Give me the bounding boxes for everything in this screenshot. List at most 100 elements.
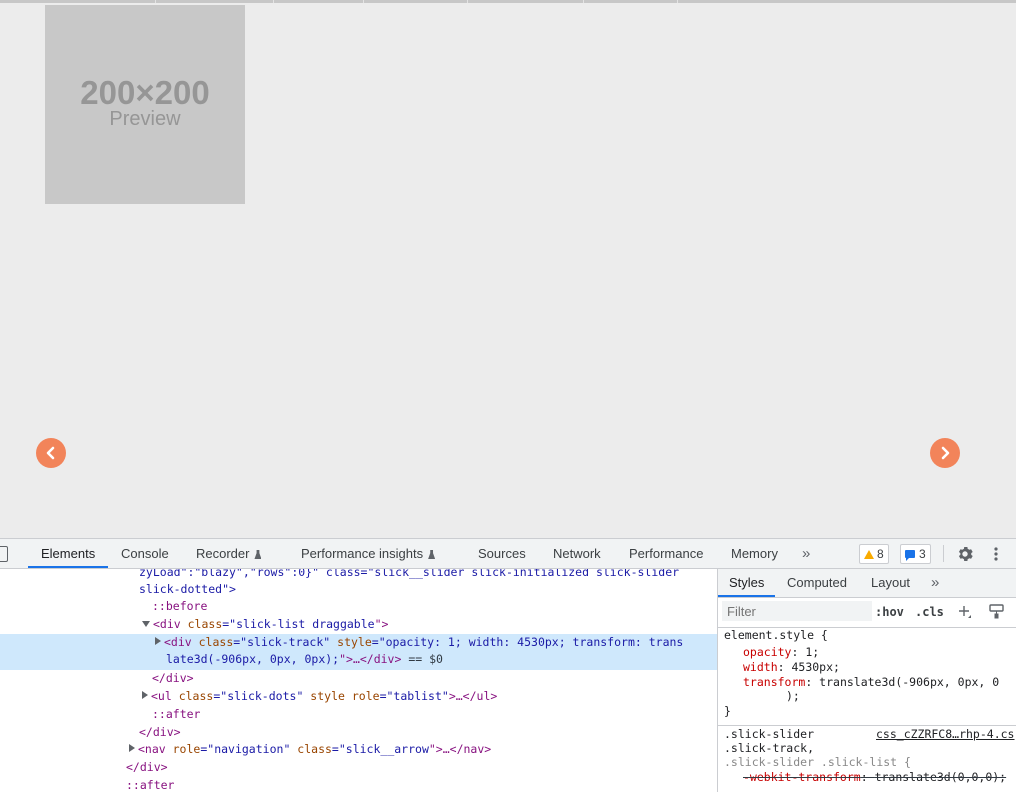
more-sidebar-tabs-button[interactable]: » xyxy=(931,569,939,597)
tab-styles[interactable]: Styles xyxy=(718,569,776,597)
style-declaration-width[interactable]: width: 4530px; xyxy=(743,660,840,675)
rule-selector: .slick-track, xyxy=(724,741,815,755)
more-tabs-button[interactable]: » xyxy=(802,539,810,568)
dom-line[interactable]: </div> xyxy=(126,759,717,776)
attr-value: slick__arrow xyxy=(345,742,429,756)
pseudo-text: ::after xyxy=(152,707,201,721)
tab-performance[interactable]: Performance xyxy=(629,539,703,568)
expand-triangle-icon[interactable] xyxy=(142,691,148,699)
styles-filter-input[interactable] xyxy=(722,601,872,621)
slider-next-button[interactable] xyxy=(930,438,960,468)
tab-console[interactable]: Console xyxy=(121,539,169,568)
tag-open: <ul xyxy=(151,689,179,703)
rule-selector: .slick-slider xyxy=(724,727,815,741)
stylesheet-source-link[interactable]: css_cZZRFC8…rhp-4.cs xyxy=(876,727,1014,742)
more-options-icon[interactable] xyxy=(990,546,1002,562)
dom-pseudo-before[interactable]: ::before xyxy=(152,598,717,615)
close-brace: } xyxy=(724,704,731,718)
chevron-right-icon xyxy=(941,446,950,460)
dom-line[interactable]: </div> xyxy=(152,670,717,687)
style-declaration-transform[interactable]: transform: translate3d(-906px, 0px, 0 xyxy=(743,675,999,690)
dom-node-nav[interactable]: <nav role="navigation" class="slick__arr… xyxy=(129,741,717,758)
prop-name: opacity xyxy=(743,645,792,659)
tab-recorder-label: Recorder xyxy=(196,546,250,561)
attr-name: class xyxy=(178,689,214,703)
messages-count: 3 xyxy=(919,547,926,561)
selected-marker: == $0 xyxy=(401,652,443,666)
dom-line[interactable]: zyLoad":"blazy","rows":0}" class="slick_… xyxy=(139,569,717,581)
devtools-panel: Elements Console Recorder Performance in… xyxy=(0,538,1016,792)
tag-close: </div> xyxy=(139,725,181,739)
messages-badge[interactable]: 3 xyxy=(900,544,931,564)
rule-divider xyxy=(718,725,1016,726)
tab-network[interactable]: Network xyxy=(553,539,601,568)
dom-node-slick-dots[interactable]: <ul class="slick-dots" style role="tabli… xyxy=(142,688,717,705)
tag-close: </div> xyxy=(152,671,194,685)
attr-name: style xyxy=(310,689,345,703)
tab-memory[interactable]: Memory xyxy=(731,539,778,568)
experiment-flask-icon xyxy=(254,550,262,559)
prop-name: width xyxy=(743,660,778,674)
attr-text: zyLoad":"blazy","rows":0}" class="slick_… xyxy=(139,569,680,579)
style-declaration-opacity[interactable]: opacity: 1; xyxy=(743,645,819,660)
preview-label: Preview xyxy=(109,107,181,130)
tab-performance-insights[interactable]: Performance insights xyxy=(301,539,436,568)
gear-icon[interactable] xyxy=(957,546,973,562)
chevron-left-icon xyxy=(46,446,55,460)
tab-sources[interactable]: Sources xyxy=(478,539,526,568)
attr-name: style xyxy=(337,635,372,649)
attr-value: slick-dots xyxy=(227,689,297,703)
prop-value: 1; xyxy=(805,645,820,659)
tag-close: >…</ul> xyxy=(448,689,498,703)
device-toggle-icon[interactable] xyxy=(0,546,8,562)
attr-name: class xyxy=(198,635,234,649)
class-toggle-button[interactable]: .cls xyxy=(915,602,944,622)
tab-elements[interactable]: Elements xyxy=(28,539,109,568)
new-style-rule-icon[interactable] xyxy=(958,605,972,619)
tag-open: <div xyxy=(153,617,188,631)
dom-pseudo-after[interactable]: ::after xyxy=(152,706,717,723)
paint-roller-icon[interactable] xyxy=(989,604,1004,619)
attr-eq: =" xyxy=(222,617,237,631)
rule-selector: .slick-slider .slick-list { xyxy=(724,755,911,769)
dom-node-slick-list[interactable]: <div class="slick-list draggable"> xyxy=(142,616,717,633)
expand-triangle-icon[interactable] xyxy=(129,744,135,752)
element-style-selector: element.style { xyxy=(724,628,828,642)
warnings-badge[interactable]: 8 xyxy=(859,544,889,564)
tag-close: </div> xyxy=(126,760,168,774)
attr-value: navigation xyxy=(214,742,284,756)
tab-performance-insights-label: Performance insights xyxy=(301,546,424,561)
prop-value: 4530px; xyxy=(791,660,840,674)
slider-prev-button[interactable] xyxy=(36,438,66,468)
style-rules-list: element.style { opacity: 1; width: 4530p… xyxy=(718,628,1016,792)
tab-layout[interactable]: Layout xyxy=(871,569,910,597)
tab-computed[interactable]: Computed xyxy=(787,569,847,597)
collapse-triangle-icon[interactable] xyxy=(142,621,150,627)
toolbar-divider xyxy=(943,545,944,562)
top-border-strip xyxy=(0,0,1016,3)
dom-pseudo-after[interactable]: ::after xyxy=(126,777,717,792)
prop-name: -webkit-transform xyxy=(743,770,861,784)
tab-recorder[interactable]: Recorder xyxy=(196,539,262,568)
tag-open: <div xyxy=(164,635,199,649)
expand-triangle-icon[interactable] xyxy=(155,637,161,645)
attr-name: class xyxy=(297,742,332,756)
attr-name: class xyxy=(187,617,223,631)
attr-name: role xyxy=(172,742,201,756)
hover-state-button[interactable]: :hov xyxy=(875,602,904,622)
dom-node-slick-track-selected[interactable]: <div class="slick-track" style="opacity:… xyxy=(0,634,717,670)
dom-line[interactable]: </div> xyxy=(139,724,717,741)
elements-dom-tree[interactable]: zyLoad":"blazy","rows":0}" class="slick_… xyxy=(0,569,717,792)
prop-value: translate3d(-906px, 0px, 0 xyxy=(819,675,1000,689)
devtools-tab-bar: Elements Console Recorder Performance in… xyxy=(0,539,1016,569)
attr-value: tablist xyxy=(393,689,442,703)
dom-line[interactable]: slick-dotted"> xyxy=(139,581,717,598)
page-viewport: 200×200 Preview xyxy=(0,0,1016,538)
prop-value: translate3d(0,0,0); xyxy=(874,770,1007,784)
tag-close: "> xyxy=(374,617,389,631)
pseudo-text: ::before xyxy=(152,599,208,613)
attr-name: role xyxy=(351,689,380,703)
attr-text: slick-dotted"> xyxy=(139,582,236,596)
style-declaration-overridden[interactable]: -webkit-transform: translate3d(0,0,0); xyxy=(743,770,1006,785)
styles-sidebar: Styles Computed Layout » :hov .cls eleme… xyxy=(717,569,1016,792)
